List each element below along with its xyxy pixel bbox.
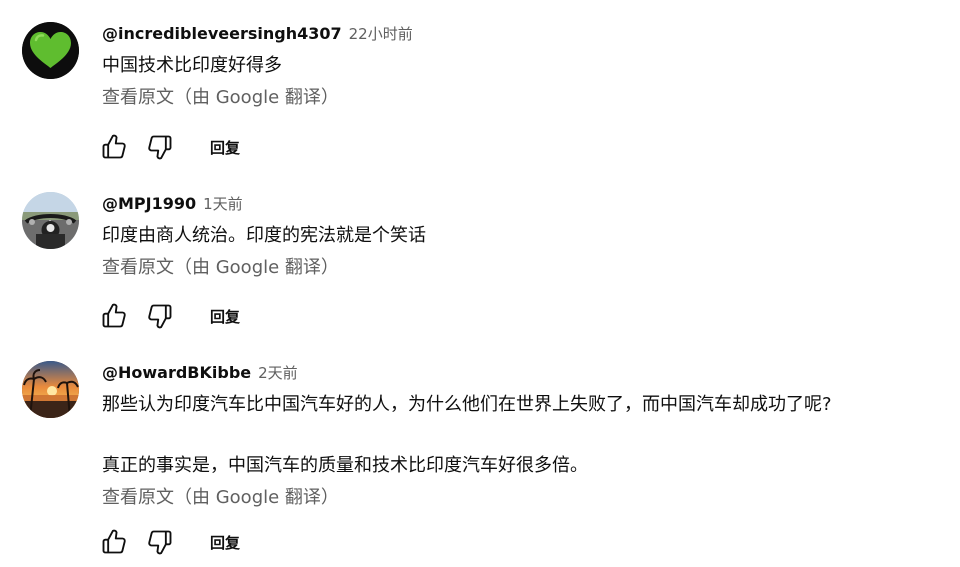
thumb-up-icon[interactable] [100,302,128,330]
comment-item: @HowardBKibbe 2天前 那些认为印度汽车比中国汽车好的人，为什么他们… [0,340,960,567]
see-original-link[interactable]: 查看原文（由 Google 翻译） [102,252,940,284]
comment-author[interactable]: @MPJ1990 [102,194,196,213]
thumb-up-icon[interactable] [100,528,128,556]
thumb-down-icon[interactable] [146,302,174,330]
comment-blank-line [102,421,940,450]
see-original-link[interactable]: 查看原文（由 Google 翻译） [102,82,940,114]
see-original-link[interactable]: 查看原文（由 Google 翻译） [102,482,940,514]
comment-item: @MPJ1990 1天前 印度由商人统治。印度的宪法就是个笑话 查看原文（由 G… [0,170,960,340]
comment-text: 真正的事实是，中国汽车的质量和技术比印度汽车好很多倍。 [102,455,588,476]
comment-text: 那些认为印度汽车比中国汽车好的人，为什么他们在世界上失败了，而中国汽车却成功了呢… [102,394,832,415]
reply-button[interactable]: 回复 [210,306,240,327]
comment-text: 中国技术比印度好得多 [102,55,282,76]
comment-author[interactable]: @HowardBKibbe [102,363,251,382]
comment-timestamp[interactable]: 2天前 [258,362,298,383]
green-heart-icon [22,22,79,79]
comment-text: 印度由商人统治。印度的宪法就是个笑话 [102,225,426,246]
thumb-down-icon[interactable] [146,528,174,556]
reply-button[interactable]: 回复 [210,137,240,158]
reply-button[interactable]: 回复 [210,532,240,553]
comment-timestamp[interactable]: 22小时前 [349,23,413,44]
comment-item: @incredibleveersingh4307 22小时前 中国技术比印度好得… [0,0,960,170]
avatar[interactable] [22,192,79,249]
avatar[interactable] [22,361,79,418]
comment-author[interactable]: @incredibleveersingh4307 [102,24,342,43]
avatar[interactable] [22,22,79,79]
motorcycle-photo [22,192,79,249]
thumb-down-icon[interactable] [146,133,174,161]
thumb-up-icon[interactable] [100,133,128,161]
sunset-photo [22,361,79,418]
comment-timestamp[interactable]: 1天前 [203,193,243,214]
